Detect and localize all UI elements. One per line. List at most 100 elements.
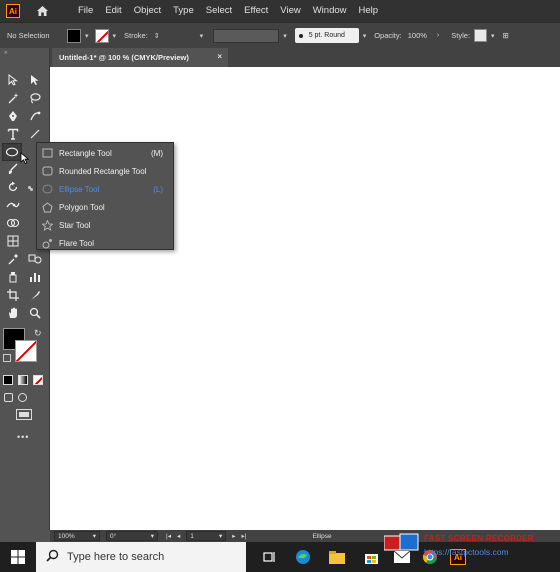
ellipse-tool-icon[interactable] [2,143,22,161]
gradient-mode-icon[interactable] [18,375,28,385]
illustrator-logo: Ai [6,4,20,18]
slice-tool-icon[interactable] [26,287,44,303]
flare-tool-item[interactable]: Flare Tool [37,234,175,252]
menu-effect[interactable]: Effect [238,0,274,22]
color-mode-icon[interactable] [3,375,13,385]
menu-edit[interactable]: Edit [99,0,127,22]
tab-untitled-1[interactable]: Untitled-1* @ 100 % (CMYK/Preview) × [52,48,228,67]
chevron-down-icon[interactable]: ▾ [113,32,117,40]
stroke-swatch[interactable] [94,28,109,43]
artboard-number: 1 [190,532,194,540]
menu-object[interactable]: Object [128,0,167,22]
menu-file[interactable]: File [72,0,99,22]
rounded-rectangle-tool-label: Rounded Rectangle Tool [59,166,147,176]
chevron-down-icon[interactable]: ▾ [85,32,89,40]
star-icon [41,219,53,231]
selection-tool-icon[interactable] [4,72,22,88]
rectangle-tool-item[interactable]: Rectangle Tool (M) [37,144,175,162]
ellipse-tool-label: Ellipse Tool [59,184,100,194]
taskbar-search-input[interactable]: Type here to search [36,542,246,572]
chevron-down-icon[interactable]: ▾ [200,32,204,40]
tab-title: Untitled-1* @ 100 % (CMYK/Preview) [59,53,189,62]
control-bar: No Selection ▾ ▾ Stroke: ⇕ ▾ ▾ 5 pt. Rou… [0,22,560,48]
menu-select[interactable]: Select [200,0,238,22]
rectangle-icon [41,147,53,159]
star-tool-item[interactable]: Star Tool [37,216,175,234]
zoom-field[interactable]: 100% ▾ [54,531,100,541]
symbol-sprayer-tool-icon[interactable] [4,269,22,285]
rotate-tool-icon[interactable] [4,179,22,195]
rotate-view-field[interactable]: 0° ▾ [106,531,158,541]
variable-width-profile[interactable] [213,28,280,43]
magic-wand-tool-icon[interactable] [4,90,22,106]
stroke-weight-stepper[interactable]: ⇕ [154,32,160,40]
transform-icon[interactable]: ⊞ [503,31,509,40]
file-explorer-icon[interactable] [320,542,354,572]
line-segment-tool-icon[interactable] [26,126,44,142]
width-tool-icon[interactable] [4,197,22,213]
blend-tool-icon[interactable] [26,251,44,267]
brush-definition[interactable]: 5 pt. Round [294,28,359,43]
task-view-icon[interactable] [252,542,286,572]
column-graph-tool-icon[interactable] [26,269,44,285]
edge-browser-icon[interactable] [286,542,320,572]
previous-artboard-icon[interactable]: ◂ [177,532,180,540]
artboard-canvas[interactable] [50,67,560,530]
perspective-grid-tool-icon[interactable] [4,233,22,249]
draw-normal-icon[interactable] [4,393,13,402]
paintbrush-tool-icon[interactable] [4,161,22,177]
store-icon[interactable] [354,542,388,572]
menu-type[interactable]: Type [167,0,200,22]
curvature-tool-icon[interactable] [26,108,44,124]
ellipse-tool-item[interactable]: Ellipse Tool (L) [30,180,175,198]
first-artboard-icon[interactable]: |◂ [166,532,171,540]
watermark-url: https://fastpctools.com [424,547,509,557]
home-icon[interactable] [34,3,50,19]
polygon-tool-label: Polygon Tool [59,202,105,212]
swap-fill-stroke-icon[interactable]: ↻ [34,328,42,339]
none-mode-icon[interactable] [33,375,43,385]
chevron-down-icon: ▾ [150,533,154,540]
zoom-tool-icon[interactable] [26,305,44,321]
collapse-toolbar-icon[interactable]: » [4,50,7,56]
rounded-rectangle-icon [41,165,53,177]
chevron-down-icon: ▾ [92,533,96,540]
rectangle-tool-shortcut: (M) [151,148,163,158]
chevron-down-icon: ▾ [218,533,223,540]
polygon-tool-item[interactable]: Polygon Tool [37,198,175,216]
chevron-down-icon[interactable]: ▾ [283,32,287,40]
lasso-tool-icon[interactable] [26,90,44,106]
eyedropper-tool-icon[interactable] [4,251,22,267]
last-artboard-icon[interactable]: ▸| [241,532,246,540]
opacity-value[interactable]: 100% [408,31,427,40]
stroke-color-box[interactable] [15,340,37,362]
stroke-label: Stroke: [124,31,148,40]
next-artboard-icon[interactable]: ▸ [232,532,235,540]
rounded-rectangle-tool-item[interactable]: Rounded Rectangle Tool [37,162,175,180]
selection-status: No Selection [7,31,50,40]
menu-help[interactable]: Help [353,0,385,22]
zoom-value: 100% [58,532,75,540]
graphic-style-swatch[interactable] [474,29,488,42]
menu-view[interactable]: View [274,0,306,22]
chevron-down-icon[interactable]: ▾ [363,32,367,40]
screen-mode-icon[interactable] [16,409,32,420]
artboard-navigation[interactable]: 1 ▾ [186,531,227,541]
chevron-down-icon[interactable]: ▾ [491,32,495,40]
direct-selection-tool-icon[interactable] [26,72,44,88]
fill-swatch[interactable] [67,28,81,43]
close-icon[interactable]: × [217,52,222,61]
edit-toolbar-icon[interactable]: ••• [17,432,29,442]
artboard-tool-icon[interactable] [4,287,22,303]
draw-behind-icon[interactable] [18,393,27,402]
menu-window[interactable]: Window [307,0,353,22]
pen-tool-icon[interactable] [4,108,22,124]
type-tool-icon[interactable] [4,126,22,142]
hand-tool-icon[interactable] [4,305,22,321]
star-tool-label: Star Tool [59,220,91,230]
chevron-right-icon[interactable]: › [437,32,439,39]
shape-builder-tool-icon[interactable] [4,215,22,231]
default-colors-icon[interactable] [3,354,11,362]
stroke-weight-field[interactable] [164,29,196,43]
windows-start-button[interactable] [0,542,36,572]
